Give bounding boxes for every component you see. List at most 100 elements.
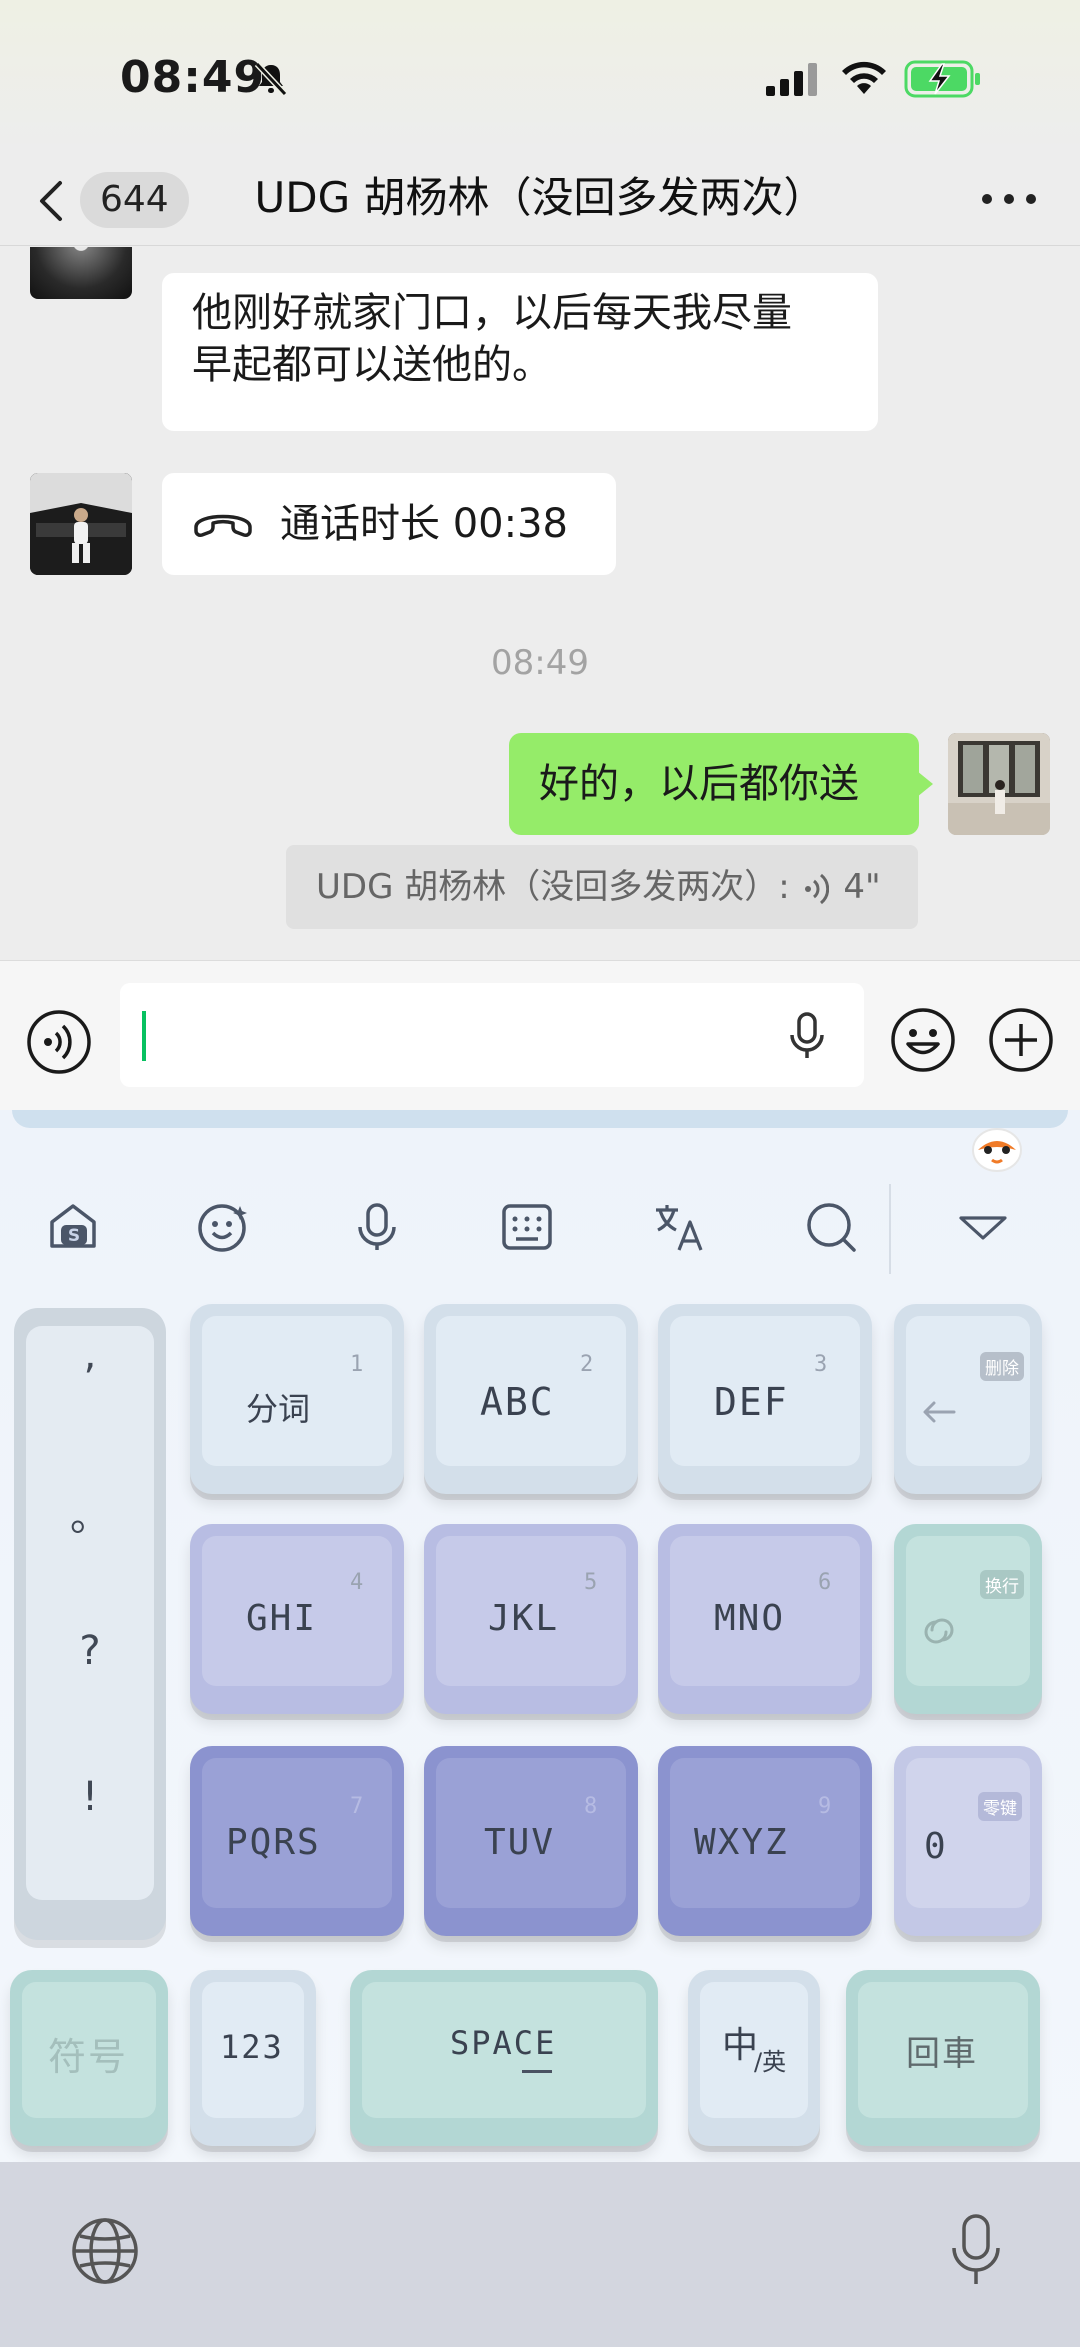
key-6-mno[interactable]: MNO 6 bbox=[658, 1524, 872, 1714]
back-button[interactable]: 644 bbox=[36, 170, 189, 230]
key-label: MNO bbox=[714, 1598, 786, 1639]
key-number: 3 bbox=[814, 1352, 828, 1377]
keyboard-layout-icon[interactable] bbox=[500, 1200, 554, 1254]
key-9-wxyz[interactable]: WXYZ 9 bbox=[658, 1746, 872, 1936]
globe-icon[interactable] bbox=[70, 2216, 140, 2286]
keyboard-top-edge bbox=[12, 1110, 1068, 1128]
key-sublabel: /英 bbox=[754, 2048, 787, 2076]
chat-header: 644 UDG 胡杨林（没回多发两次） bbox=[0, 150, 1080, 246]
key-label: DEF bbox=[714, 1380, 789, 1424]
key-7-pqrs[interactable]: PQRS 7 bbox=[190, 1746, 404, 1936]
backspace-arrow-icon bbox=[923, 1401, 956, 1423]
key-number: 9 bbox=[818, 1794, 832, 1819]
svg-text:S: S bbox=[68, 1226, 80, 1246]
avatar-photo bbox=[30, 473, 132, 575]
key-number: 6 bbox=[818, 1570, 832, 1595]
message-text-line: 他刚好就家门口，以后每天我尽量 bbox=[192, 290, 792, 336]
battery-charging-icon bbox=[904, 60, 980, 98]
call-duration-text: 通话时长 00:38 bbox=[280, 501, 568, 547]
wifi-icon bbox=[842, 61, 886, 94]
key-label: WXYZ bbox=[694, 1822, 789, 1863]
key-label: ABC bbox=[480, 1380, 555, 1424]
key-number: 2 bbox=[580, 1352, 594, 1377]
voice-call-record[interactable]: 通话时长 00:38 bbox=[162, 473, 616, 575]
emoji-icon[interactable] bbox=[890, 1007, 956, 1073]
key-3-def[interactable]: DEF 3 bbox=[658, 1304, 872, 1494]
key-number: 1 bbox=[350, 1352, 364, 1377]
cellular-signal-icon bbox=[766, 63, 817, 96]
quote-duration: 4" bbox=[843, 867, 881, 907]
symbols-key[interactable]: 符号 bbox=[10, 1970, 168, 2146]
chat-title: UDG 胡杨林（没回多发两次） bbox=[254, 173, 826, 222]
key-5-jkl[interactable]: JKL 5 bbox=[424, 1524, 638, 1714]
key-label: 123 bbox=[220, 2028, 284, 2066]
key-label: 符号 bbox=[48, 2035, 129, 2079]
key-tag: 零键 bbox=[978, 1792, 1022, 1821]
key-label: PQRS bbox=[226, 1822, 321, 1863]
sogou-home-icon[interactable]: S bbox=[46, 1200, 100, 1254]
chinese-english-switch-key[interactable]: 中 /英 bbox=[688, 1970, 820, 2146]
emoji-face-icon[interactable] bbox=[196, 1200, 250, 1254]
voice-input-icon[interactable] bbox=[350, 1200, 404, 1254]
voice-input-toggle-icon[interactable] bbox=[26, 1009, 92, 1075]
translate-icon[interactable] bbox=[652, 1200, 706, 1254]
quoted-voice-message[interactable]: UDG 胡杨林（没回多发两次）: 4" bbox=[286, 845, 918, 929]
key-number: 4 bbox=[350, 1570, 364, 1595]
key-2-abc[interactable]: ABC 2 bbox=[424, 1304, 638, 1494]
key-label: GHI bbox=[246, 1598, 318, 1639]
collapse-keyboard-icon[interactable] bbox=[956, 1200, 1010, 1254]
key-tag: 换行 bbox=[980, 1570, 1024, 1599]
quote-sender-text: UDG 胡杨林（没回多发两次）: bbox=[316, 867, 790, 907]
punct-period-key[interactable]: 。 bbox=[14, 1484, 166, 1542]
message-bubble[interactable]: 他刚好就家门口，以后每天我尽量 早起都可以送他的。 bbox=[162, 273, 878, 431]
voice-wave-icon bbox=[804, 873, 829, 904]
status-time: 08:49 bbox=[120, 52, 266, 103]
key-label: TUV bbox=[484, 1822, 556, 1863]
more-options-icon[interactable] bbox=[978, 184, 1040, 214]
status-bar: 08:49 bbox=[0, 0, 1080, 150]
key-number: 7 bbox=[350, 1794, 364, 1819]
key-label: 0 bbox=[924, 1826, 948, 1867]
phone-hangup-icon bbox=[194, 514, 252, 537]
delete-key[interactable]: 删除 bbox=[894, 1304, 1042, 1494]
text-caret bbox=[142, 1011, 146, 1061]
dictation-mic-icon[interactable] bbox=[950, 2212, 1002, 2288]
key-face bbox=[906, 1536, 1030, 1686]
message-list[interactable]: 他刚好就家门口，以后每天我尽量 早起都可以送他的。 通话时长 00:38 08:… bbox=[0, 247, 1080, 960]
key-8-tuv[interactable]: TUV 8 bbox=[424, 1746, 638, 1936]
key-number: 5 bbox=[584, 1570, 598, 1595]
zero-key[interactable]: 零键 0 bbox=[894, 1746, 1042, 1936]
key-label: SPACE bbox=[450, 2024, 557, 2062]
system-keyboard-bar bbox=[0, 2162, 1080, 2347]
key-label: 回車 bbox=[906, 2034, 978, 2074]
muted-bell-icon bbox=[254, 61, 288, 97]
punct-question-key[interactable]: ? bbox=[14, 1628, 166, 1674]
message-input[interactable] bbox=[120, 983, 864, 1087]
punct-exclaim-key[interactable]: ! bbox=[14, 1774, 166, 1820]
contact-avatar[interactable] bbox=[30, 473, 132, 575]
ime-keyboard: S , 。 ? ! 分词 1 ABC 2 DEF 3 删除 GHI 4 JKL … bbox=[0, 1110, 1080, 2162]
numbers-key[interactable]: 123 bbox=[190, 1970, 316, 2146]
microphone-icon[interactable] bbox=[788, 1011, 826, 1061]
keyboard-toolbar: S bbox=[0, 1170, 1080, 1280]
newline-key[interactable]: 换行 bbox=[894, 1524, 1042, 1714]
punct-comma-key[interactable]: , bbox=[14, 1332, 166, 1378]
space-underline bbox=[522, 2070, 552, 2073]
plus-circle-icon[interactable] bbox=[988, 1007, 1054, 1073]
space-key[interactable]: SPACE bbox=[350, 1970, 658, 2146]
contact-avatar[interactable] bbox=[30, 247, 132, 299]
my-avatar[interactable] bbox=[948, 733, 1050, 835]
avatar-photo bbox=[948, 733, 1050, 835]
my-message-bubble[interactable]: 好的，以后都你送 bbox=[509, 733, 933, 835]
toolbar-divider bbox=[889, 1184, 891, 1274]
message-timestamp: 08:49 bbox=[491, 643, 589, 683]
key-face bbox=[906, 1316, 1030, 1466]
key-4-ghi[interactable]: GHI 4 bbox=[190, 1524, 404, 1714]
search-icon[interactable] bbox=[804, 1200, 858, 1254]
mascot-icon[interactable] bbox=[970, 1120, 1024, 1174]
punctuation-column[interactable]: , 。 ? ! bbox=[14, 1308, 166, 1940]
enter-key[interactable]: 回車 bbox=[846, 1970, 1040, 2146]
key-1-fenci[interactable]: 分词 1 bbox=[190, 1304, 404, 1494]
message-text-line: 早起都可以送他的。 bbox=[192, 342, 552, 388]
newline-icon bbox=[924, 1618, 954, 1644]
